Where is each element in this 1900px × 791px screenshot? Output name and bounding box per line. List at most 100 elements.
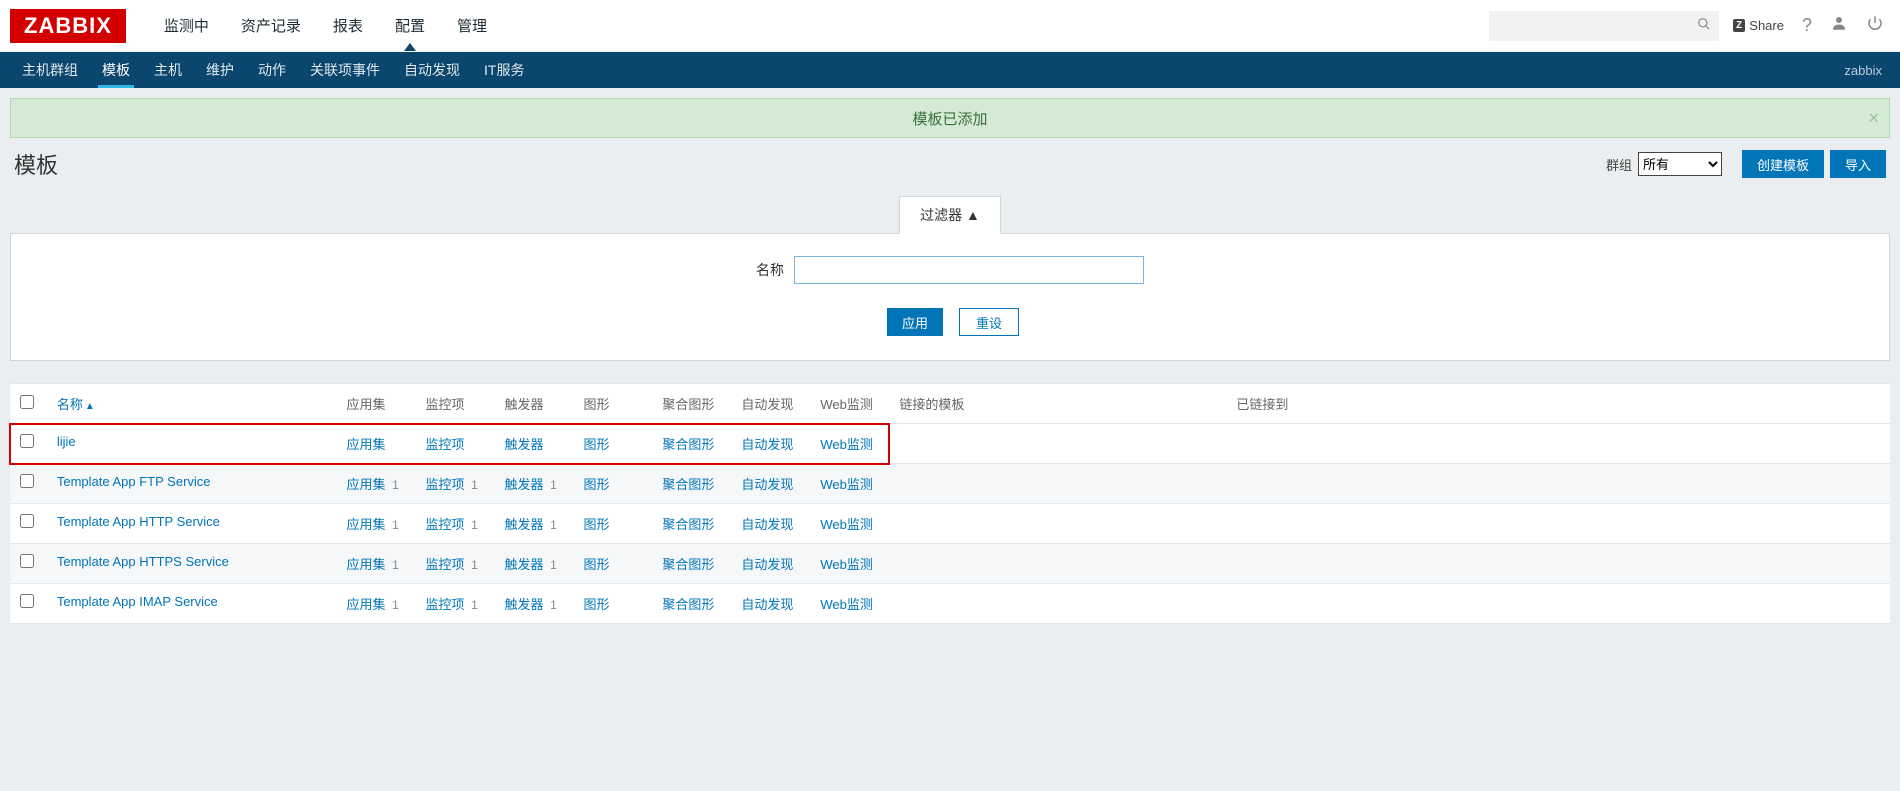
linked-to-cell	[1226, 504, 1890, 544]
cell-link[interactable]: 应用集	[346, 477, 385, 492]
cell-link[interactable]: 触发器	[504, 597, 543, 612]
main-nav-item[interactable]: 配置	[379, 1, 441, 50]
cell-link[interactable]: Web监测	[820, 517, 873, 532]
cell-link[interactable]: 自动发现	[741, 437, 793, 452]
logo[interactable]: ZABBIX	[10, 9, 126, 43]
cell-link[interactable]: 自动发现	[741, 517, 793, 532]
title-row: 模板 群组 所有 创建模板 导入	[0, 138, 1900, 182]
cell-link[interactable]: 应用集	[346, 557, 385, 572]
col-web: Web监测	[810, 384, 889, 424]
select-all-checkbox[interactable]	[20, 395, 34, 409]
linked-tpl-cell	[889, 584, 1226, 624]
template-name-link[interactable]: lijie	[57, 434, 76, 449]
sub-nav-item[interactable]: IT服务	[472, 52, 536, 88]
cell-count: 1	[550, 598, 557, 612]
sub-nav-item[interactable]: 关联项事件	[298, 52, 392, 88]
template-name-link[interactable]: Template App HTTPS Service	[57, 554, 229, 569]
cell-link[interactable]: 聚合图形	[662, 597, 714, 612]
sub-nav-item[interactable]: 动作	[246, 52, 298, 88]
linked-tpl-cell	[889, 424, 1226, 464]
cell-count: 1	[471, 598, 478, 612]
cell-link[interactable]: 监控项	[425, 557, 464, 572]
close-icon[interactable]: ×	[1868, 108, 1879, 129]
template-name-link[interactable]: Template App HTTP Service	[57, 514, 220, 529]
cell-link[interactable]: Web监测	[820, 557, 873, 572]
sub-nav-item[interactable]: 模板	[90, 52, 142, 88]
cell-link[interactable]: 监控项	[425, 517, 464, 532]
main-nav: 监测中资产记录报表配置管理	[148, 1, 1489, 50]
cell-count: 1	[550, 478, 557, 492]
template-name-link[interactable]: Template App IMAP Service	[57, 594, 218, 609]
cell-link[interactable]: 聚合图形	[662, 437, 714, 452]
cell-link[interactable]: Web监测	[820, 597, 873, 612]
cell-link[interactable]: 图形	[583, 597, 609, 612]
cell-link[interactable]: 触发器	[504, 477, 543, 492]
cell-link[interactable]: 应用集	[346, 597, 385, 612]
import-button[interactable]: 导入	[1830, 150, 1886, 178]
share-link[interactable]: Z Share	[1733, 18, 1784, 33]
cell-link[interactable]: 图形	[583, 557, 609, 572]
cell-count: 1	[392, 478, 399, 492]
user-icon[interactable]	[1830, 14, 1848, 37]
cell-link[interactable]: 自动发现	[741, 597, 793, 612]
group-select[interactable]: 所有	[1638, 152, 1722, 176]
row-checkbox[interactable]	[20, 474, 34, 488]
main-nav-item[interactable]: 管理	[441, 1, 503, 50]
col-discovery: 自动发现	[731, 384, 810, 424]
cell-link[interactable]: Web监测	[820, 437, 873, 452]
main-nav-item[interactable]: 资产记录	[225, 1, 317, 50]
cell-link[interactable]: 聚合图形	[662, 557, 714, 572]
cell-link[interactable]: 图形	[583, 477, 609, 492]
topbar-right: Z Share ?	[1733, 14, 1890, 37]
table-row: Template App HTTP Service应用集 1监控项 1触发器 1…	[10, 504, 1890, 544]
search-icon[interactable]	[1697, 17, 1711, 34]
cell-link[interactable]: 应用集	[346, 517, 385, 532]
table-header-row: 名称▲ 应用集 监控项 触发器 图形 聚合图形 自动发现 Web监测 链接的模板…	[10, 384, 1890, 424]
sub-nav-item[interactable]: 自动发现	[392, 52, 472, 88]
cell-count: 1	[550, 518, 557, 532]
cell-link[interactable]: 聚合图形	[662, 517, 714, 532]
cell-link[interactable]: 触发器	[504, 517, 543, 532]
cell-link[interactable]: 图形	[583, 437, 609, 452]
cell-link[interactable]: 聚合图形	[662, 477, 714, 492]
col-apps: 应用集	[336, 384, 415, 424]
power-icon[interactable]	[1866, 14, 1884, 37]
cell-link[interactable]: 触发器	[504, 437, 543, 452]
cell-link[interactable]: 触发器	[504, 557, 543, 572]
filter-name-input[interactable]	[794, 256, 1144, 284]
help-icon[interactable]: ?	[1802, 15, 1812, 36]
col-screens: 聚合图形	[652, 384, 731, 424]
row-checkbox[interactable]	[20, 594, 34, 608]
search-input[interactable]	[1497, 18, 1697, 33]
col-graphs: 图形	[573, 384, 652, 424]
filter-name-label: 名称	[756, 260, 784, 280]
main-nav-item[interactable]: 监测中	[148, 1, 225, 50]
search-box[interactable]	[1489, 11, 1719, 41]
filter-reset-button[interactable]: 重设	[959, 308, 1019, 336]
sub-nav-item[interactable]: 主机群组	[10, 52, 90, 88]
cell-link[interactable]: 监控项	[425, 597, 464, 612]
cell-link[interactable]: 监控项	[425, 477, 464, 492]
cell-link[interactable]: 自动发现	[741, 477, 793, 492]
cell-count: 1	[550, 558, 557, 572]
row-checkbox[interactable]	[20, 434, 34, 448]
cell-link[interactable]: Web监测	[820, 477, 873, 492]
filter-toggle-tab[interactable]: 过滤器 ▲	[899, 196, 1001, 234]
cell-link[interactable]: 自动发现	[741, 557, 793, 572]
filter-apply-button[interactable]: 应用	[887, 308, 943, 336]
main-nav-item[interactable]: 报表	[317, 1, 379, 50]
cell-link[interactable]: 图形	[583, 517, 609, 532]
col-linked-tpl: 链接的模板	[889, 384, 1226, 424]
cell-link[interactable]: 监控项	[425, 437, 464, 452]
sub-nav-item[interactable]: 主机	[142, 52, 194, 88]
row-checkbox[interactable]	[20, 554, 34, 568]
sub-nav-item[interactable]: 维护	[194, 52, 246, 88]
cell-link[interactable]: 应用集	[346, 437, 385, 452]
col-name[interactable]: 名称	[57, 397, 83, 412]
table-row: Template App HTTPS Service应用集 1监控项 1触发器 …	[10, 544, 1890, 584]
linked-to-cell	[1226, 464, 1890, 504]
create-template-button[interactable]: 创建模板	[1742, 150, 1824, 178]
template-name-link[interactable]: Template App FTP Service	[57, 474, 211, 489]
page-title: 模板	[14, 148, 1606, 180]
row-checkbox[interactable]	[20, 514, 34, 528]
